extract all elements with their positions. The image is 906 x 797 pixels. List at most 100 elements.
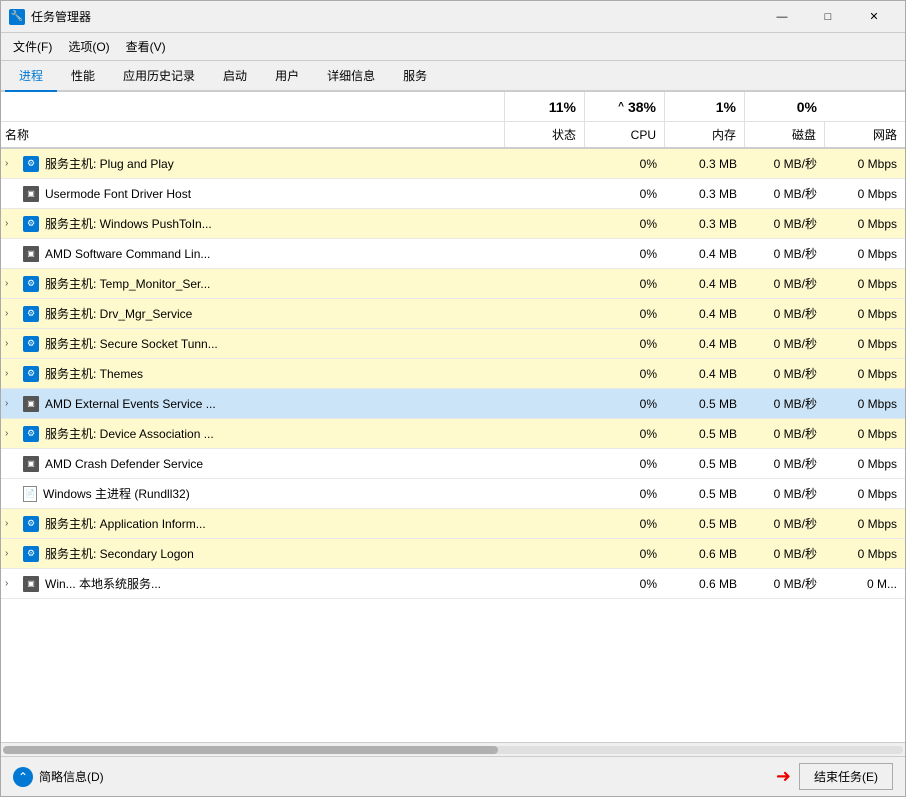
scrollbar-x-track <box>3 746 903 754</box>
gear-icon: ⚙ <box>23 306 39 322</box>
window-title: 任务管理器 <box>31 8 759 25</box>
table-row[interactable]: ▣ AMD Software Command Lin... 0% 0.4 MB … <box>1 239 905 269</box>
menu-bar: 文件(F) 选项(O) 查看(V) <box>1 33 905 61</box>
expand-arrow[interactable]: › <box>5 218 17 229</box>
process-status <box>505 160 585 168</box>
header-status[interactable]: 状态 <box>505 122 585 147</box>
process-cpu: 0% <box>585 273 665 295</box>
process-memory: 0.4 MB <box>665 333 745 355</box>
expand-arrow[interactable]: › <box>5 578 17 589</box>
process-cpu: 0% <box>585 243 665 265</box>
process-network: 0 Mbps <box>825 483 905 505</box>
monitor-icon: ▣ <box>23 396 39 412</box>
process-cpu: 0% <box>585 363 665 385</box>
menu-options[interactable]: 选项(O) <box>60 35 117 58</box>
window: 🔧 任务管理器 — □ ✕ 文件(F) 选项(O) 查看(V) 进程 性能 应用… <box>0 0 906 797</box>
table-row[interactable]: › ⚙ 服务主机: Secure Socket Tunn... 0% 0.4 M… <box>1 329 905 359</box>
process-name: › ⚙ 服务主机: Themes <box>1 361 505 386</box>
process-disk: 0 MB/秒 <box>745 241 825 266</box>
expand-arrow[interactable]: › <box>5 308 17 319</box>
scrollbar-x-thumb[interactable] <box>3 746 498 754</box>
process-name: › ⚙ 服务主机: Application Inform... <box>1 511 505 536</box>
status-info-label[interactable]: 简略信息(D) <box>39 768 104 785</box>
process-network: 0 Mbps <box>825 453 905 475</box>
expand-arrow[interactable]: › <box>5 158 17 169</box>
status-bar: ⌃ 简略信息(D) ➜ 结束任务(E) <box>1 756 905 796</box>
process-status <box>505 250 585 258</box>
table-row[interactable]: › ⚙ 服务主机: Temp_Monitor_Ser... 0% 0.4 MB … <box>1 269 905 299</box>
expand-arrow[interactable]: › <box>5 368 17 379</box>
table-row[interactable]: › ⚙ 服务主机: Themes 0% 0.4 MB 0 MB/秒 0 Mbps <box>1 359 905 389</box>
end-task-button[interactable]: 结束任务(E) <box>799 763 893 790</box>
maximize-button[interactable]: □ <box>805 1 851 33</box>
end-task-arrow: ➜ <box>776 766 791 787</box>
process-name: › ⚙ 服务主机: Device Association ... <box>1 421 505 446</box>
gear-icon: ⚙ <box>23 156 39 172</box>
expand-arrow[interactable]: › <box>5 398 17 409</box>
process-memory: 0.4 MB <box>665 243 745 265</box>
close-button[interactable]: ✕ <box>851 1 897 33</box>
header-disk[interactable]: 磁盘 <box>745 122 825 147</box>
process-memory: 0.4 MB <box>665 363 745 385</box>
status-right: ➜ 结束任务(E) <box>776 763 893 790</box>
process-cpu: 0% <box>585 453 665 475</box>
tab-users[interactable]: 用户 <box>261 61 313 92</box>
expand-arrow[interactable]: › <box>5 428 17 439</box>
menu-file[interactable]: 文件(F) <box>5 35 60 58</box>
process-memory: 0.5 MB <box>665 423 745 445</box>
header-memory[interactable]: 内存 <box>665 122 745 147</box>
gear-icon: ⚙ <box>23 336 39 352</box>
table-row[interactable]: ▣ AMD Crash Defender Service 0% 0.5 MB 0… <box>1 449 905 479</box>
tab-processes[interactable]: 进程 <box>5 61 57 92</box>
process-cpu: 0% <box>585 213 665 235</box>
tab-startup[interactable]: 启动 <box>209 61 261 92</box>
process-disk: 0 MB/秒 <box>745 571 825 596</box>
horizontal-scrollbar[interactable] <box>1 742 905 756</box>
table-row[interactable]: › ⚙ 服务主机: Plug and Play 0% 0.3 MB 0 MB/秒… <box>1 149 905 179</box>
header-cpu[interactable]: CPU <box>585 122 665 147</box>
table-row[interactable]: › ▣ AMD External Events Service ... 0% 0… <box>1 389 905 419</box>
process-disk: 0 MB/秒 <box>745 391 825 416</box>
minimize-button[interactable]: — <box>759 1 805 33</box>
process-cpu: 0% <box>585 333 665 355</box>
app-icon: 🔧 <box>9 9 25 25</box>
expand-arrow[interactable]: › <box>5 338 17 349</box>
expand-arrow[interactable]: › <box>5 548 17 559</box>
gear-icon: ⚙ <box>23 426 39 442</box>
process-name: ▣ AMD Software Command Lin... <box>1 242 505 266</box>
tab-details[interactable]: 详细信息 <box>313 61 389 92</box>
table-row[interactable]: › ⚙ 服务主机: Windows PushToIn... 0% 0.3 MB … <box>1 209 905 239</box>
process-status <box>505 280 585 288</box>
process-memory: 0.3 MB <box>665 153 745 175</box>
gear-icon: ⚙ <box>23 276 39 292</box>
menu-view[interactable]: 查看(V) <box>118 35 174 58</box>
expand-arrow[interactable]: › <box>5 278 17 289</box>
header-name[interactable]: 名称 <box>1 122 505 147</box>
window-controls: — □ ✕ <box>759 1 897 33</box>
table-row[interactable]: › ⚙ 服务主机: Application Inform... 0% 0.5 M… <box>1 509 905 539</box>
process-status <box>505 310 585 318</box>
process-name: › ⚙ 服务主机: Secure Socket Tunn... <box>1 331 505 356</box>
process-name: › ⚙ 服务主机: Plug and Play <box>1 151 505 176</box>
table-row[interactable]: › ▣ Win... 本地系统服务... 0% 0.6 MB 0 MB/秒 0 … <box>1 569 905 599</box>
tab-performance[interactable]: 性能 <box>57 61 109 92</box>
process-memory: 0.4 MB <box>665 303 745 325</box>
tab-services[interactable]: 服务 <box>389 61 441 92</box>
process-status <box>505 580 585 588</box>
table-row[interactable]: ▣ Usermode Font Driver Host 0% 0.3 MB 0 … <box>1 179 905 209</box>
header-network[interactable]: 网路 <box>825 122 905 147</box>
process-status <box>505 520 585 528</box>
table-row[interactable]: › ⚙ 服务主机: Device Association ... 0% 0.5 … <box>1 419 905 449</box>
process-network: 0 Mbps <box>825 513 905 535</box>
table-row[interactable]: › ⚙ 服务主机: Secondary Logon 0% 0.6 MB 0 MB… <box>1 539 905 569</box>
process-memory: 0.6 MB <box>665 573 745 595</box>
table-row[interactable]: › ⚙ 服务主机: Drv_Mgr_Service 0% 0.4 MB 0 MB… <box>1 299 905 329</box>
table-row[interactable]: 📄 Windows 主进程 (Rundll32) 0% 0.5 MB 0 MB/… <box>1 479 905 509</box>
hdr-net-pct: 0% <box>745 92 825 121</box>
process-name: › ⚙ 服务主机: Secondary Logon <box>1 541 505 566</box>
process-name: › ▣ AMD External Events Service ... <box>1 392 505 416</box>
expand-arrow[interactable]: › <box>5 518 17 529</box>
tab-app-history[interactable]: 应用历史记录 <box>109 61 209 92</box>
process-network: 0 Mbps <box>825 213 905 235</box>
process-table: › ⚙ 服务主机: Plug and Play 0% 0.3 MB 0 MB/秒… <box>1 149 905 742</box>
